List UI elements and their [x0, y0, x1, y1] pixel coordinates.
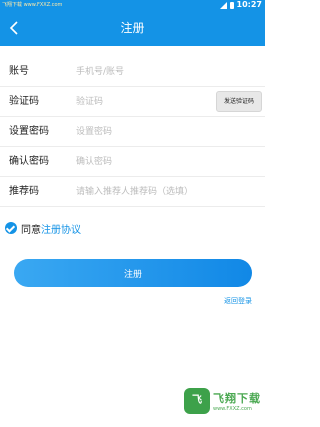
code-row: 验证码 发送验证码	[0, 87, 265, 117]
referral-label: 推荐码	[9, 186, 39, 197]
status-bar: 飞翔下载 www.FXXZ.com 10:27	[0, 0, 265, 10]
watermark-url: www.FXXZ.com	[213, 406, 252, 412]
back-to-login-link[interactable]: 返回登录	[224, 296, 252, 306]
register-form: 账号 验证码 发送验证码 设置密码 确认密码 推荐码	[0, 57, 265, 207]
status-source-text: 飞翔下载 www.FXXZ.com	[2, 2, 63, 8]
battery-icon	[229, 1, 234, 9]
code-label: 验证码	[9, 96, 39, 107]
agree-text: 同意	[21, 224, 41, 236]
agreement: 同意 注册协议	[5, 221, 81, 236]
password-row: 设置密码	[0, 117, 265, 147]
confirm-password-input[interactable]	[76, 153, 206, 171]
code-input[interactable]	[76, 93, 206, 111]
status-time: 10:27	[236, 0, 262, 9]
confirm-password-label: 确认密码	[9, 156, 49, 167]
title-bar: 注册	[0, 10, 265, 46]
confirm-password-row: 确认密码	[0, 147, 265, 177]
agree-checkbox-icon[interactable]	[5, 222, 17, 234]
referral-row: 推荐码	[0, 177, 265, 207]
watermark: 飞 飞翔下载 www.FXXZ.com	[184, 388, 261, 414]
password-input[interactable]	[76, 123, 206, 141]
watermark-text: 飞翔下载 www.FXXZ.com	[213, 390, 261, 412]
watermark-logo: 飞	[184, 388, 210, 414]
status-icons: 10:27	[219, 0, 262, 10]
referral-input[interactable]	[76, 183, 256, 201]
register-button[interactable]: 注册	[14, 259, 252, 287]
page-title: 注册	[120, 21, 145, 35]
watermark-name: 飞翔下载	[213, 392, 261, 405]
signal-icon	[219, 1, 227, 9]
password-label: 设置密码	[9, 126, 49, 137]
account-input[interactable]	[76, 63, 206, 81]
send-code-button[interactable]: 发送验证码	[216, 91, 262, 112]
account-row: 账号	[0, 57, 265, 87]
agreement-link[interactable]: 注册协议	[41, 221, 81, 236]
account-label: 账号	[9, 66, 29, 77]
